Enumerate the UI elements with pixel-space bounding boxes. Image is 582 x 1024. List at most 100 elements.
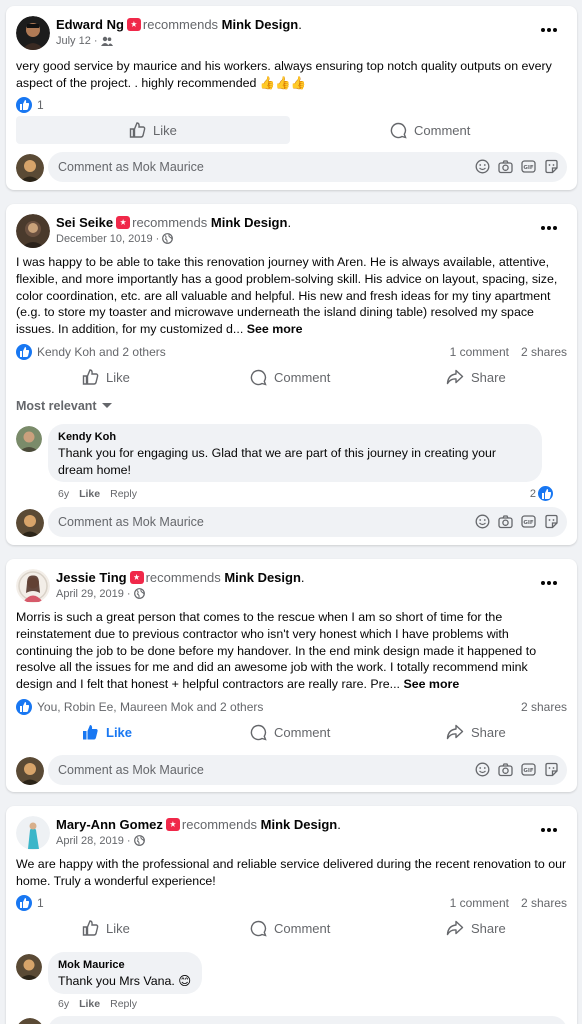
more-options-icon[interactable] — [541, 824, 561, 836]
comment-reply-button[interactable]: Reply — [110, 488, 137, 500]
sticker-icon[interactable] — [544, 514, 559, 529]
comment-age[interactable]: 6y — [58, 488, 69, 500]
post-header: Jessie Ting recommends Mink Design. April… — [16, 569, 567, 603]
more-options-icon[interactable] — [541, 222, 561, 234]
comment-author[interactable]: Mok Maurice — [58, 959, 192, 971]
gif-icon[interactable]: GIF — [521, 762, 536, 777]
thumbs-up-icon — [82, 920, 99, 936]
gif-icon[interactable]: GIF — [521, 159, 536, 174]
comment-reply-button[interactable]: Reply — [110, 998, 137, 1010]
sticker-icon[interactable] — [544, 762, 559, 777]
comment-input[interactable]: Comment as Mok Maurice GIF — [48, 152, 567, 182]
post-header: Edward Ng recommends Mink Design. July 12… — [16, 16, 567, 50]
like-button[interactable]: Like — [82, 363, 130, 391]
recommend-icon — [126, 18, 141, 31]
camera-icon[interactable] — [498, 514, 513, 529]
comment-meta: 6y Like Reply — [58, 488, 137, 500]
comment-button[interactable]: Comment — [250, 363, 330, 391]
camera-icon[interactable] — [498, 159, 513, 174]
author-name[interactable]: Edward Ng — [56, 17, 124, 32]
page-name[interactable]: Mink Design — [211, 215, 288, 230]
commenter-avatar[interactable] — [16, 954, 42, 980]
post-actions: Like Comment — [16, 116, 567, 144]
share-count[interactable]: 2 shares — [521, 896, 567, 910]
like-button[interactable]: Like — [129, 116, 177, 144]
author-name[interactable]: Sei Seike — [56, 215, 113, 230]
like-button[interactable]: Like — [82, 718, 132, 746]
user-avatar[interactable] — [16, 509, 44, 537]
user-avatar[interactable] — [16, 757, 44, 785]
share-count[interactable]: 2 shares — [521, 700, 567, 714]
comment-sort[interactable]: Most relevant — [16, 399, 112, 413]
comment-author[interactable]: Kendy Koh — [58, 431, 532, 443]
post-date[interactable]: December 10, 2019 · — [56, 233, 159, 245]
post-date[interactable]: April 29, 2019 · — [56, 588, 131, 600]
comment-count[interactable]: 1 comment — [450, 345, 509, 359]
comment-placeholder: Comment as Mok Maurice — [58, 515, 204, 529]
post-actions: Like Comment Share — [16, 914, 567, 942]
see-more-link[interactable]: See more — [247, 322, 303, 336]
share-count[interactable]: 2 shares — [521, 345, 567, 359]
post-counts: 2 shares — [521, 700, 567, 714]
emoji-icon[interactable] — [475, 762, 490, 777]
comment-age[interactable]: 6y — [58, 998, 69, 1010]
author-name[interactable]: Mary-Ann Gomez — [56, 817, 163, 832]
comment-reactions[interactable]: 2 — [530, 486, 553, 501]
emoji-icon[interactable] — [475, 514, 490, 529]
recommends-text: recommends — [132, 215, 208, 230]
share-button[interactable]: Share — [446, 363, 506, 391]
reaction-count: 1 — [37, 98, 44, 112]
svg-text:GIF: GIF — [523, 165, 534, 171]
sticker-icon[interactable] — [544, 159, 559, 174]
user-avatar[interactable] — [16, 154, 44, 182]
reaction-names: Kendy Koh and 2 others — [37, 345, 166, 359]
reaction-summary[interactable]: 1 — [16, 97, 44, 113]
post-date[interactable]: July 12 — [56, 35, 91, 47]
comment-count[interactable]: 1 comment — [450, 896, 509, 910]
recommends-text: recommends — [145, 570, 221, 585]
user-avatar[interactable] — [16, 1018, 44, 1024]
comment-button[interactable]: Comment — [390, 116, 470, 144]
page-name[interactable]: Mink Design — [222, 17, 299, 32]
page-name[interactable]: Mink Design — [224, 570, 301, 585]
author-name[interactable]: Jessie Ting — [56, 570, 127, 585]
comment-label: Comment — [274, 920, 331, 936]
share-icon — [446, 369, 464, 385]
avatar[interactable] — [16, 569, 50, 603]
globe-icon — [133, 588, 145, 602]
post-meta: December 10, 2019 · — [56, 233, 174, 247]
see-more-link[interactable]: See more — [403, 677, 459, 691]
reaction-summary[interactable]: 1 — [16, 895, 44, 911]
avatar[interactable] — [16, 816, 50, 850]
gif-icon[interactable]: GIF — [521, 514, 536, 529]
page-name[interactable]: Mink Design — [261, 817, 338, 832]
post-text: very good service by maurice and his wor… — [16, 58, 567, 92]
post-actions: Like Comment Share — [16, 363, 567, 391]
comment-placeholder: Comment as Mok Maurice — [58, 160, 204, 174]
comment-input[interactable]: Comment as Mok Maurice GIF — [48, 755, 567, 785]
avatar[interactable] — [16, 16, 50, 50]
comment-button[interactable]: Comment — [250, 914, 330, 942]
comment-like-button[interactable]: Like — [79, 998, 100, 1010]
recommends-text: recommends — [181, 817, 258, 832]
post-date[interactable]: April 28, 2019 · — [56, 835, 131, 847]
comment-input[interactable]: Comment as Mok Maurice GIF — [48, 507, 567, 537]
comment-button[interactable]: Comment — [250, 718, 330, 746]
post-counts: 1 comment 2 shares — [450, 896, 567, 910]
avatar[interactable] — [16, 214, 50, 248]
commenter-avatar[interactable] — [16, 426, 42, 452]
share-icon — [446, 724, 464, 740]
share-button[interactable]: Share — [446, 718, 506, 746]
share-button[interactable]: Share — [446, 914, 506, 942]
camera-icon[interactable] — [498, 762, 513, 777]
reaction-summary[interactable]: You, Robin Ee, Maureen Mok and 2 others — [16, 699, 263, 715]
comment-composer — [16, 1016, 567, 1024]
comment-input[interactable] — [48, 1016, 567, 1024]
like-label: Like — [106, 369, 130, 385]
like-button[interactable]: Like — [82, 914, 130, 942]
emoji-icon[interactable] — [475, 159, 490, 174]
reaction-summary[interactable]: Kendy Koh and 2 others — [16, 344, 166, 360]
more-options-icon[interactable] — [541, 24, 561, 36]
comment-like-button[interactable]: Like — [79, 488, 100, 500]
more-options-icon[interactable] — [541, 577, 561, 589]
